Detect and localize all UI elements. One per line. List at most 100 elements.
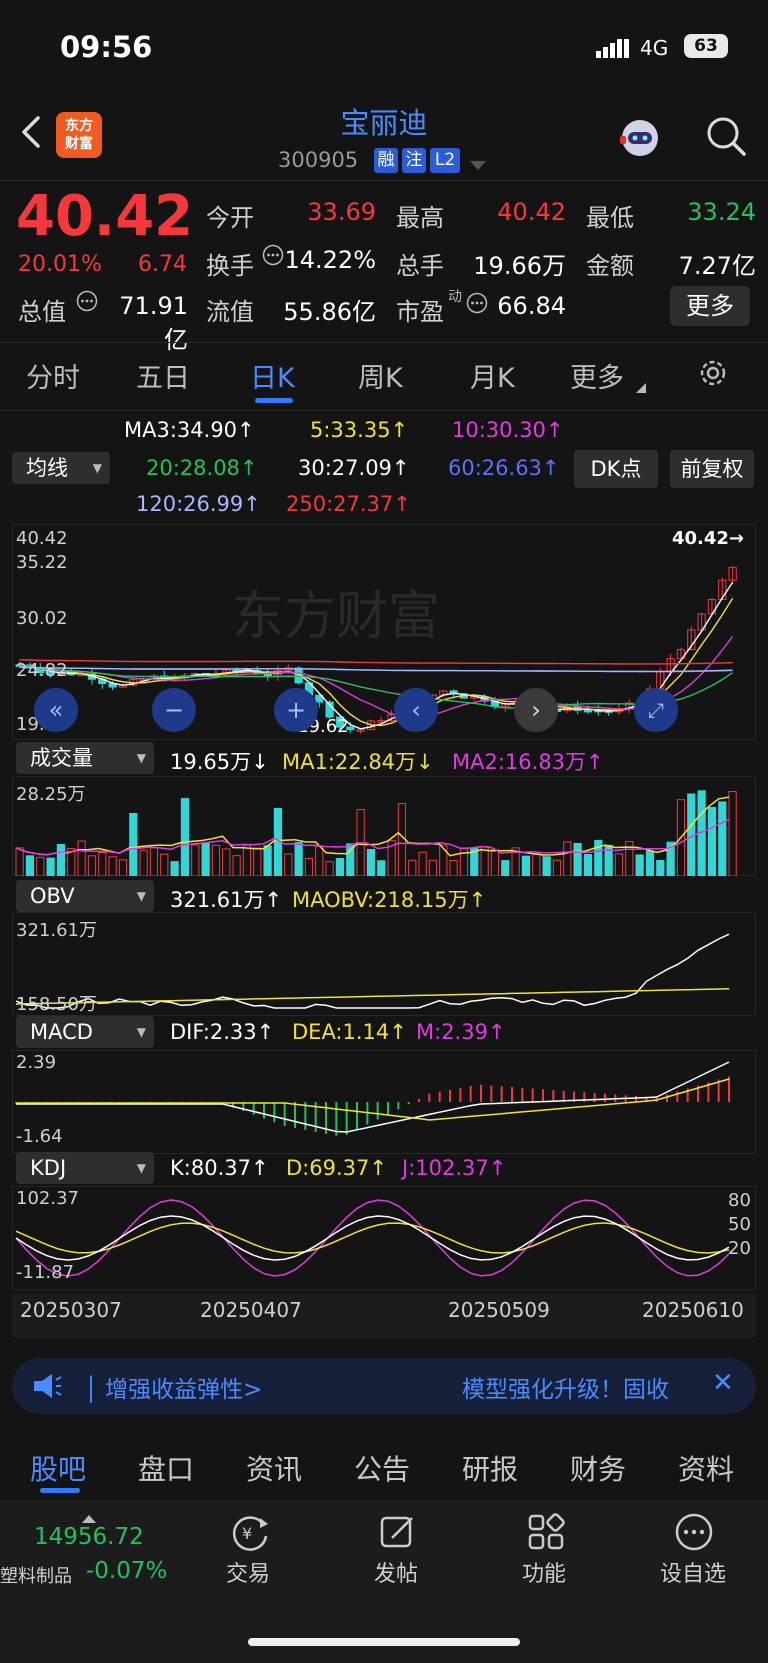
volume-bar <box>718 801 727 876</box>
macd-dropdown[interactable]: MACD ▼ <box>16 1016 154 1048</box>
tab-profile[interactable]: 资料 <box>678 1448 734 1488</box>
tab-announcements[interactable]: 公告 <box>354 1448 410 1488</box>
kdj-right-axis-50: 50 <box>728 1214 751 1235</box>
scroll-left-button[interactable]: ‹ <box>394 688 438 732</box>
info-dots-icon[interactable] <box>76 290 98 312</box>
stock-name[interactable]: 宝丽迪 <box>240 100 528 142</box>
volume-bar <box>501 860 510 876</box>
volume-bar <box>315 845 324 876</box>
tab-intraday[interactable]: 分时 <box>26 356 80 395</box>
volume-bar <box>149 847 159 876</box>
tab-finance[interactable]: 财务 <box>570 1448 626 1488</box>
tab-monthly-k[interactable]: 月K <box>470 356 515 395</box>
zoom-out-button[interactable]: − <box>152 688 196 732</box>
sector-index-value[interactable]: 14956.72 <box>34 1524 144 1550</box>
kdj-chart[interactable] <box>12 1186 756 1290</box>
price-change: 6.74 <box>138 252 187 277</box>
scroll-right-button[interactable]: › <box>514 688 558 732</box>
dif-line <box>16 1061 730 1133</box>
nav-functions[interactable]: 功能 <box>522 1556 566 1588</box>
nav-watchlist[interactable]: 设自选 <box>660 1556 726 1588</box>
nav-post[interactable]: 发帖 <box>374 1556 418 1588</box>
volume-axis-max: 28.25万 <box>16 784 86 805</box>
volume-bar <box>98 851 107 876</box>
obv-chart[interactable] <box>12 912 756 1016</box>
info-dots-icon[interactable] <box>466 292 488 314</box>
turnover-value: 14.22% <box>284 246 376 274</box>
current-price: 40.42 <box>16 184 194 249</box>
volume-bar <box>728 791 737 876</box>
kdj-dropdown[interactable]: KDJ ▼ <box>16 1152 154 1184</box>
close-icon[interactable]: ✕ <box>712 1368 734 1398</box>
ma5-value: 5:33.35↑ <box>310 418 409 442</box>
corner-caret-icon <box>636 378 646 397</box>
tab-news[interactable]: 资讯 <box>246 1448 302 1488</box>
banner-text-left[interactable]: │ 增强收益弹性> <box>84 1370 262 1404</box>
watermark: 东方财富 <box>232 588 440 646</box>
high-value: 40.42 <box>497 198 566 226</box>
kdj-j-line <box>15 1199 730 1277</box>
tab-more[interactable]: 更多 <box>570 356 624 395</box>
low-label: 最低 <box>586 204 634 232</box>
zoom-in-button[interactable]: + <box>274 688 318 732</box>
forward-adjust-button[interactable]: 前复权 <box>670 450 754 488</box>
ma-dropdown[interactable]: 均线 ▼ <box>12 452 110 484</box>
assistant-robot-icon[interactable] <box>616 114 664 162</box>
macd-axis-max: 2.39 <box>16 1052 57 1073</box>
gear-icon[interactable] <box>696 356 730 390</box>
volume-bar <box>242 844 252 876</box>
more-dots-icon[interactable] <box>674 1512 714 1552</box>
sector-name[interactable]: 塑料制品 <box>0 1562 72 1588</box>
tab-pankou[interactable]: 盘口 <box>138 1448 194 1488</box>
kdj-right-axis-20: 20 <box>728 1238 751 1259</box>
obv-dropdown[interactable]: OBV ▼ <box>16 880 154 912</box>
back-icon[interactable] <box>16 112 46 152</box>
chevron-down-icon[interactable] <box>470 156 486 175</box>
macd-axis-min: -1.64 <box>16 1126 63 1147</box>
volume-bar <box>160 853 169 876</box>
high-marker: 40.42→ <box>672 528 745 549</box>
volume-bar <box>656 859 665 876</box>
volume-bar <box>635 854 644 876</box>
divider <box>0 180 768 181</box>
edit-post-icon[interactable] <box>378 1512 418 1552</box>
trade-icon[interactable]: ¥ <box>230 1512 270 1552</box>
volume-bar <box>170 861 179 876</box>
volume-bar <box>542 856 551 876</box>
banner-text-right[interactable]: 模型强化升级！固收 <box>462 1370 669 1404</box>
tab-daily-k[interactable]: 日K <box>250 356 295 395</box>
volume-dropdown[interactable]: 成交量 ▼ <box>16 742 154 774</box>
more-button[interactable]: 更多 <box>670 286 750 326</box>
sector-change[interactable]: -0.07% <box>86 1558 167 1584</box>
volume-bar <box>439 844 448 876</box>
grid-functions-icon[interactable] <box>526 1512 566 1552</box>
tab-research[interactable]: 研报 <box>462 1448 518 1488</box>
tab-weekly-k[interactable]: 周K <box>358 356 403 395</box>
macd-dif: DIF:2.33↑ <box>170 1020 275 1044</box>
volume-bar <box>25 855 35 876</box>
eastmoney-logo: 东方 财富 <box>56 112 102 158</box>
macd-chart[interactable] <box>12 1050 756 1154</box>
volume-bar <box>118 859 128 876</box>
price-axis-2: 35.22 <box>16 552 68 573</box>
tab-five-day[interactable]: 五日 <box>136 356 190 395</box>
dk-point-button[interactable]: DK点 <box>574 450 658 488</box>
pe-dynamic-sup: 动 <box>448 289 462 305</box>
candle <box>583 709 593 713</box>
fullscreen-icon[interactable]: ⤢ <box>634 688 678 732</box>
ma-line <box>19 666 733 673</box>
nav-trade[interactable]: 交易 <box>226 1556 270 1588</box>
amount-label: 金额 <box>586 252 634 280</box>
tag-watch: 注 <box>402 148 426 173</box>
kdj-k-line <box>15 1215 730 1261</box>
tab-guba[interactable]: 股吧 <box>30 1448 86 1488</box>
obv-axis-max: 321.61万 <box>16 920 97 941</box>
volume-chart[interactable] <box>12 776 756 876</box>
pe-value: 66.84 <box>497 292 566 320</box>
zoom-out-far-button[interactable]: « <box>34 688 78 732</box>
total-value-label: 总值 <box>18 298 66 326</box>
volume-bar <box>707 806 717 876</box>
macd-dea: DEA:1.14↑ <box>292 1020 407 1044</box>
divider <box>0 342 768 343</box>
search-icon[interactable] <box>704 114 748 158</box>
